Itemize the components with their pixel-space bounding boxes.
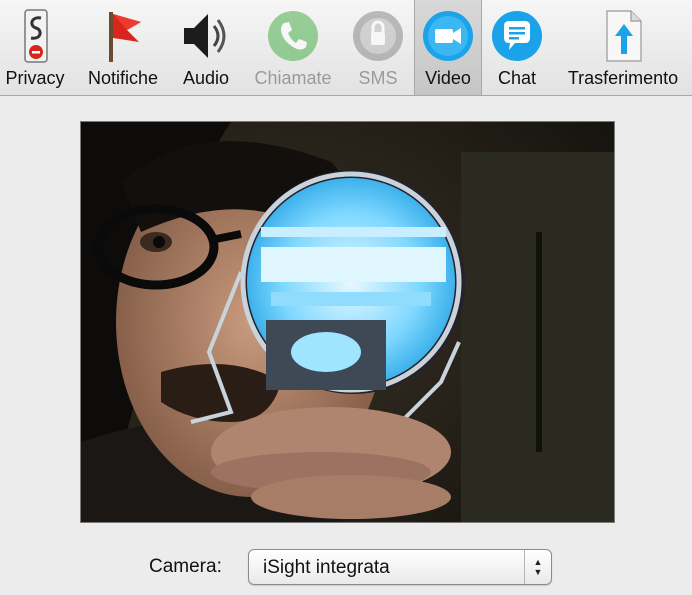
toolbar-label: Chiamate <box>254 68 332 88</box>
webcam-image <box>81 122 614 522</box>
video-camera-icon <box>420 8 476 64</box>
toolbar-item-sms[interactable]: SMS <box>350 0 406 95</box>
toolbar-item-chiamate[interactable]: Chiamate <box>246 0 340 95</box>
red-flag-icon <box>95 8 151 64</box>
camera-select[interactable]: iSight integrata ▲ ▼ <box>248 549 552 585</box>
camera-selected-value: iSight integrata <box>263 557 390 578</box>
toolbar-item-chat[interactable]: Chat <box>488 0 546 95</box>
toolbar-label: SMS <box>358 68 398 88</box>
file-transfer-icon <box>595 8 651 64</box>
sms-icon <box>350 8 406 64</box>
toolbar-item-video[interactable]: Video <box>414 0 482 95</box>
privacy-sign-icon <box>7 8 63 64</box>
toolbar-item-audio[interactable]: Audio <box>174 0 238 95</box>
toolbar-label: Audio <box>182 68 230 88</box>
toolbar-item-notifiche[interactable]: Notifiche <box>80 0 166 95</box>
toolbar-label: Privacy <box>5 68 65 88</box>
toolbar-label: Notifiche <box>87 68 159 88</box>
preferences-toolbar: Privacy Notifiche Audio Chiamate SMS Vid… <box>0 0 692 96</box>
webcam-preview <box>80 121 615 523</box>
toolbar-label: Video <box>425 68 471 88</box>
speaker-icon <box>178 8 234 64</box>
camera-row: Camera: iSight integrata ▲ ▼ <box>0 548 692 588</box>
phone-icon <box>265 8 321 64</box>
camera-label: Camera: <box>149 556 222 577</box>
toolbar-label: Chat <box>497 68 537 88</box>
toolbar-item-trasferimento[interactable]: Trasferimento <box>558 0 688 95</box>
toolbar-item-privacy[interactable]: Privacy <box>2 0 68 95</box>
toolbar-label: Trasferimento <box>567 68 679 88</box>
chat-bubble-icon <box>489 8 545 64</box>
up-down-arrows-icon: ▲ ▼ <box>524 550 551 584</box>
